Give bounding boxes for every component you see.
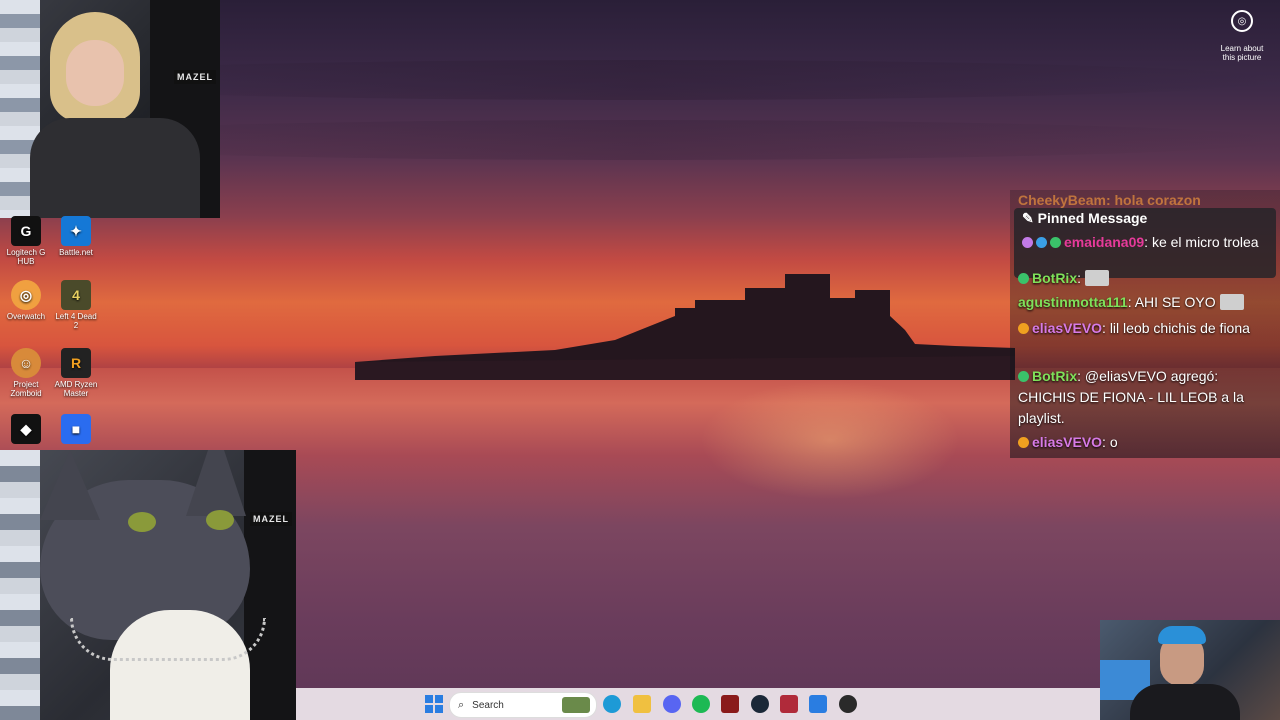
badge-icon bbox=[1022, 237, 1033, 248]
project-zomboid-icon: ☺ bbox=[11, 348, 41, 378]
emote-icon bbox=[1084, 270, 1109, 286]
camera-icon: ◎ bbox=[1231, 10, 1253, 32]
desktop-icon-label: Left 4 Dead 2 bbox=[55, 312, 97, 330]
pinned-title-text: Pinned Message bbox=[1037, 210, 1148, 226]
pinned-title: ✎ Pinned Message bbox=[1022, 210, 1147, 227]
desktop-icon-label: AMD Ryzen Master bbox=[54, 380, 98, 398]
badge-icon bbox=[1018, 437, 1029, 448]
chat-overlay: CheekyBeam: hola corazon ✎ Pinned Messag… bbox=[1010, 190, 1280, 458]
chat-message: eliasVEVO: lil leob chichis de fiona bbox=[1018, 318, 1276, 339]
desktop-icon-overwatch[interactable]: ◎ Overwatch bbox=[2, 280, 50, 321]
cat-eye-right bbox=[206, 510, 234, 530]
chat-message: BotRix: bbox=[1018, 268, 1276, 289]
chat-username[interactable]: eliasVEVO bbox=[1032, 434, 1102, 450]
windows-start-icon[interactable] bbox=[425, 695, 443, 713]
sun-reflection bbox=[700, 380, 960, 500]
taskbar: ⌕ Search bbox=[296, 688, 1100, 720]
chat-username[interactable]: BotRix bbox=[1032, 270, 1077, 286]
roblox-studio-icon: ◆ bbox=[11, 414, 41, 444]
chat-message: BotRix: @eliasVEVO agregó: CHICHIS DE FI… bbox=[1018, 366, 1276, 429]
valorant-icon[interactable] bbox=[780, 695, 798, 713]
chat-message: eliasVEVO: o bbox=[1018, 432, 1276, 453]
emote-icon bbox=[1219, 294, 1244, 310]
chat-text: : ke el micro trolea bbox=[1144, 234, 1259, 250]
pinned-body: emaidana09: ke el micro trolea bbox=[1022, 232, 1272, 253]
pixelated-background bbox=[0, 450, 40, 720]
cat-ear-left bbox=[40, 450, 100, 520]
chat-username[interactable]: BotRix bbox=[1032, 368, 1077, 384]
battlenet-icon: ✦ bbox=[61, 216, 91, 246]
learn-about-picture-button[interactable]: ◎ Learn about this picture bbox=[1214, 10, 1270, 62]
chat-text: : AHI SE OYO bbox=[1127, 294, 1216, 310]
chat-text: : bbox=[1077, 270, 1082, 286]
cat-ear-right bbox=[186, 450, 246, 516]
webcam-bottom-right bbox=[1100, 620, 1280, 720]
steam-icon[interactable] bbox=[751, 695, 769, 713]
left4dead2-icon: 4 bbox=[61, 280, 91, 310]
desktop-icon-label: Battle.net bbox=[59, 248, 93, 257]
chat-username[interactable]: agustinmotta111 bbox=[1018, 294, 1128, 310]
search-placeholder: Search bbox=[472, 699, 504, 711]
overwatch-icon: ◎ bbox=[11, 280, 41, 310]
desktop-icon-label: Logitech G HUB bbox=[6, 248, 46, 266]
cap bbox=[1158, 626, 1206, 644]
discord-icon[interactable] bbox=[663, 695, 681, 713]
webcam-cat-avatar: MAZEL bbox=[0, 450, 296, 720]
chat-faded-line: CheekyBeam: hola corazon bbox=[1018, 192, 1201, 208]
learn-about-label: Learn about this picture bbox=[1220, 44, 1264, 62]
chain-necklace bbox=[70, 618, 266, 661]
banner-text: MAZEL bbox=[250, 512, 292, 526]
verified-icon bbox=[1018, 273, 1029, 284]
desktop-icon-project-zomboid[interactable]: ☺ Project Zomboid bbox=[2, 348, 50, 398]
verified-icon bbox=[1018, 371, 1029, 382]
webcam-top-left: MAZEL bbox=[0, 0, 220, 218]
cat-eye-left bbox=[128, 512, 156, 532]
chat-text: : o bbox=[1102, 434, 1118, 450]
hoodie bbox=[30, 118, 200, 218]
obs-icon[interactable] bbox=[839, 695, 857, 713]
shirt bbox=[1130, 684, 1240, 720]
chat-message: agustinmotta111: AHI SE OYO bbox=[1018, 292, 1276, 313]
chat-username[interactable]: emaidana09 bbox=[1064, 234, 1144, 250]
banner-wall bbox=[244, 450, 296, 720]
desktop-icon-roblox-studio[interactable]: ◆ bbox=[2, 414, 50, 446]
banner-text: MAZEL bbox=[174, 70, 216, 84]
file-explorer-icon[interactable] bbox=[633, 695, 651, 713]
desktop-icon-left4dead2[interactable]: 4 Left 4 Dead 2 bbox=[52, 280, 100, 330]
badge-icon bbox=[1036, 237, 1047, 248]
roblox-icon: ■ bbox=[61, 414, 91, 444]
amd-ryzen-icon: R bbox=[61, 348, 91, 378]
desktop-icon-label: Project Zomboid bbox=[10, 380, 42, 398]
verified-icon bbox=[1050, 237, 1061, 248]
search-icon: ⌕ bbox=[458, 698, 465, 711]
spotify-icon[interactable] bbox=[692, 695, 710, 713]
taskbar-search-box[interactable]: ⌕ Search bbox=[449, 692, 597, 718]
monitor-app-icon[interactable] bbox=[809, 695, 827, 713]
face bbox=[66, 40, 124, 106]
badge-icon bbox=[1018, 323, 1029, 334]
voicemeeter-icon[interactable] bbox=[721, 695, 739, 713]
desktop-icon-roblox[interactable]: ■ bbox=[52, 414, 100, 446]
search-highlight-icon bbox=[562, 697, 590, 713]
edge-icon[interactable] bbox=[603, 695, 621, 713]
chat-username[interactable]: eliasVEVO bbox=[1032, 320, 1102, 336]
pin-icon: ✎ bbox=[1022, 210, 1038, 226]
chat-text: : lil leob chichis de fiona bbox=[1102, 320, 1250, 336]
desktop-icon-label: Overwatch bbox=[6, 312, 46, 321]
logitech-icon: G bbox=[11, 216, 41, 246]
desktop-icon-battlenet[interactable]: ✦ Battle.net bbox=[52, 216, 100, 257]
desktop-icon-amd-ryzen-master[interactable]: R AMD Ryzen Master bbox=[52, 348, 100, 398]
desktop-icon-logitech[interactable]: G Logitech G HUB bbox=[2, 216, 50, 266]
